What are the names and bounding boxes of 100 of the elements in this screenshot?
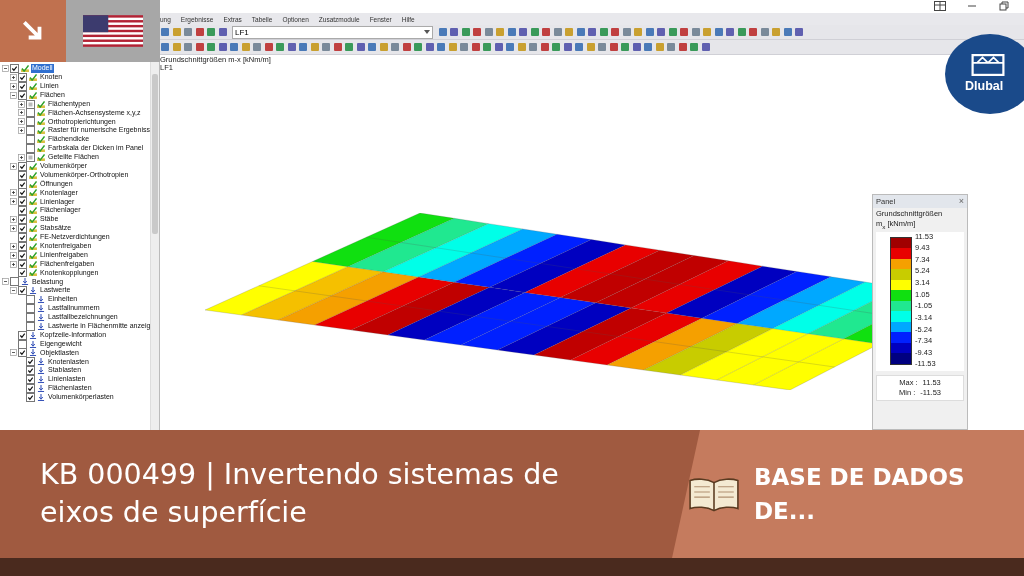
expand-icon[interactable]	[10, 242, 17, 250]
toolbar-icon[interactable]	[725, 27, 735, 37]
checkbox[interactable]	[18, 81, 27, 91]
expand-icon[interactable]	[18, 109, 25, 117]
toolbar-icon[interactable]	[217, 27, 228, 37]
layout-icon[interactable]	[934, 1, 946, 11]
toolbar-icon[interactable]	[677, 42, 688, 52]
expand-icon[interactable]	[10, 224, 17, 232]
toolbar-icon[interactable]	[332, 42, 343, 52]
expand-icon[interactable]	[10, 198, 17, 206]
checkbox[interactable]	[26, 117, 35, 127]
restore-icon[interactable]	[998, 1, 1010, 11]
toolbar-icon[interactable]	[539, 42, 550, 52]
expand-icon[interactable]	[18, 153, 25, 161]
toolbar-icon[interactable]	[493, 42, 504, 52]
toolbar-icon[interactable]	[275, 42, 285, 52]
checkbox[interactable]	[26, 375, 35, 385]
close-button[interactable]: ×	[958, 197, 964, 206]
checkbox[interactable]	[26, 126, 35, 136]
toolbar-icon[interactable]	[562, 42, 573, 52]
load-case-dropdown[interactable]: LF1	[232, 25, 433, 39]
checkbox[interactable]	[18, 188, 27, 198]
toolbar-icon[interactable]	[736, 27, 747, 37]
checkbox[interactable]	[18, 286, 27, 296]
checkbox[interactable]	[26, 304, 35, 313]
toolbar-icon[interactable]	[460, 27, 471, 37]
expand-icon[interactable]	[18, 100, 25, 108]
checkbox[interactable]	[26, 321, 35, 331]
toolbar-icon[interactable]	[194, 27, 205, 37]
toolbar-icon[interactable]	[759, 27, 770, 37]
toolbar-icon[interactable]	[621, 27, 632, 37]
toolbar-icon[interactable]	[690, 27, 701, 37]
checkbox[interactable]	[26, 143, 35, 153]
checkbox[interactable]	[26, 152, 35, 162]
checkbox[interactable]	[18, 170, 27, 180]
toolbar-icon[interactable]	[644, 27, 655, 37]
toolbar-icon[interactable]	[470, 42, 481, 52]
toolbar-icon[interactable]	[252, 42, 262, 52]
expand-icon[interactable]	[10, 82, 17, 90]
collapse-icon[interactable]	[10, 287, 17, 295]
toolbar-icon[interactable]	[700, 42, 711, 52]
checkbox[interactable]	[18, 206, 27, 216]
toolbar-icon[interactable]	[321, 42, 331, 52]
toolbar-icon[interactable]	[229, 42, 239, 52]
expand-icon[interactable]	[10, 73, 17, 81]
checkbox[interactable]	[18, 215, 27, 225]
expand-icon[interactable]	[10, 216, 17, 224]
checkbox[interactable]	[26, 392, 35, 402]
toolbar-icon[interactable]	[713, 27, 724, 37]
expand-icon[interactable]	[10, 260, 17, 268]
checkbox[interactable]	[18, 197, 27, 207]
collapse-icon[interactable]	[2, 64, 9, 72]
checkbox[interactable]	[18, 268, 27, 278]
checkbox[interactable]	[18, 90, 27, 100]
checkbox[interactable]	[26, 295, 35, 305]
toolbar-icon[interactable]	[575, 27, 586, 37]
toolbar-icon[interactable]	[437, 27, 448, 37]
toolbar-icon[interactable]	[217, 42, 228, 52]
toolbar-icon[interactable]	[529, 27, 540, 37]
expand-icon[interactable]	[10, 189, 17, 197]
toolbar-icon[interactable]	[263, 42, 274, 52]
checkbox[interactable]	[18, 161, 27, 171]
toolbar-icon[interactable]	[631, 42, 642, 52]
toolbar-icon[interactable]	[194, 42, 205, 52]
checkbox[interactable]	[26, 312, 35, 322]
checkbox[interactable]	[10, 63, 19, 73]
toolbar-icon[interactable]	[667, 27, 678, 37]
toolbar-icon[interactable]	[286, 42, 297, 52]
expand-icon[interactable]	[10, 251, 17, 259]
checkbox[interactable]	[18, 348, 27, 358]
toolbar-icon[interactable]	[344, 42, 354, 52]
expand-icon[interactable]	[10, 162, 17, 170]
checkbox[interactable]	[10, 277, 19, 287]
toolbar-icon[interactable]	[401, 42, 412, 52]
toolbar-icon[interactable]	[782, 27, 793, 37]
toolbar-icon[interactable]	[552, 27, 563, 37]
toolbar-icon[interactable]	[355, 42, 366, 52]
toolbar-icon[interactable]	[367, 42, 377, 52]
checkbox[interactable]	[18, 72, 27, 82]
checkbox[interactable]	[18, 330, 27, 340]
checkbox[interactable]	[26, 384, 35, 393]
toolbar-icon[interactable]	[608, 42, 619, 52]
checkbox[interactable]	[26, 366, 35, 376]
toolbar-icon[interactable]	[413, 42, 423, 52]
checkbox[interactable]	[18, 224, 27, 233]
toolbar-icon[interactable]	[483, 27, 494, 37]
scrollbar[interactable]	[150, 62, 159, 430]
toolbar-icon[interactable]	[390, 42, 400, 52]
checkbox[interactable]	[26, 108, 35, 118]
checkbox[interactable]	[18, 250, 27, 260]
toolbar-icon[interactable]	[748, 27, 758, 37]
toolbar-icon[interactable]	[794, 27, 804, 37]
checkbox[interactable]	[18, 241, 27, 251]
checkbox[interactable]	[18, 232, 27, 242]
expand-icon[interactable]	[18, 127, 25, 135]
expand-icon[interactable]	[18, 118, 25, 126]
collapse-icon[interactable]	[10, 91, 17, 99]
toolbar-icon[interactable]	[506, 27, 517, 37]
checkbox[interactable]	[26, 357, 35, 367]
toolbar-icon[interactable]	[598, 27, 609, 37]
